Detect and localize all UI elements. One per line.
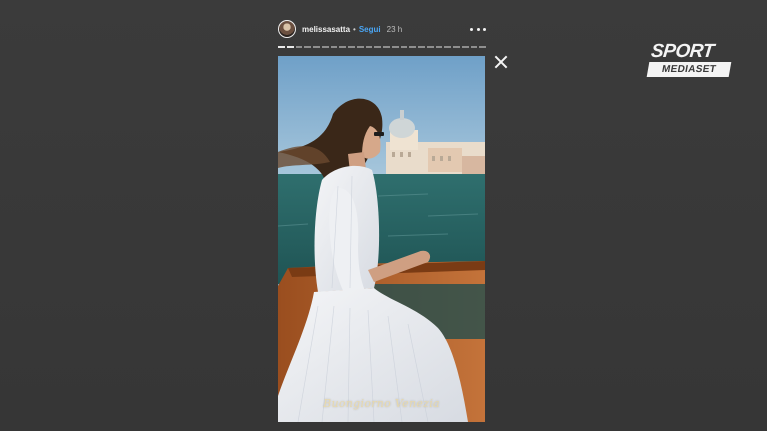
close-icon[interactable]	[494, 55, 508, 69]
story-media[interactable]: Buongiorno Venezia	[278, 56, 485, 422]
progress-segment	[313, 46, 320, 48]
progress-segment	[278, 46, 285, 48]
progress-segment	[400, 46, 408, 48]
username[interactable]: melissasatta	[302, 25, 350, 34]
progress-segment	[426, 46, 434, 48]
progress-segment	[348, 46, 355, 48]
progress-segment	[418, 46, 425, 48]
progress-segment	[365, 46, 373, 48]
avatar[interactable]	[278, 20, 296, 38]
logo-mediaset-text: MEDIASET	[646, 62, 732, 77]
progress-segment	[374, 46, 381, 48]
progress-segment	[461, 46, 469, 48]
progress-segment	[444, 46, 451, 48]
progress-segment	[391, 46, 399, 48]
progress-segment	[304, 46, 311, 48]
progress-segment	[479, 46, 486, 48]
progress-segment	[383, 46, 390, 48]
story-photo	[278, 56, 485, 422]
progress-segment	[339, 46, 346, 48]
story-caption: Buongiorno Venezia	[323, 397, 440, 410]
progress-segment	[321, 46, 329, 48]
timestamp: 23 h	[386, 24, 403, 34]
sport-mediaset-logo: SPORT MEDIASET	[646, 41, 732, 78]
story-progress-bar	[278, 46, 486, 48]
more-options-icon[interactable]	[470, 23, 486, 35]
separator-dot: •	[353, 24, 356, 34]
progress-segment	[356, 46, 364, 48]
progress-segment	[453, 46, 460, 48]
progress-segment	[295, 46, 303, 48]
progress-segment	[470, 46, 478, 48]
logo-sport-text: SPORT	[649, 41, 715, 62]
follow-button[interactable]: Segui	[359, 25, 381, 34]
story-header: melissasatta • Segui 23 h	[278, 18, 486, 40]
progress-segment	[286, 46, 294, 48]
story-viewer: melissasatta • Segui 23 h Buongiorno Ven…	[0, 0, 767, 431]
progress-segment	[435, 46, 443, 48]
progress-segment	[330, 46, 338, 48]
progress-segment	[409, 46, 416, 48]
